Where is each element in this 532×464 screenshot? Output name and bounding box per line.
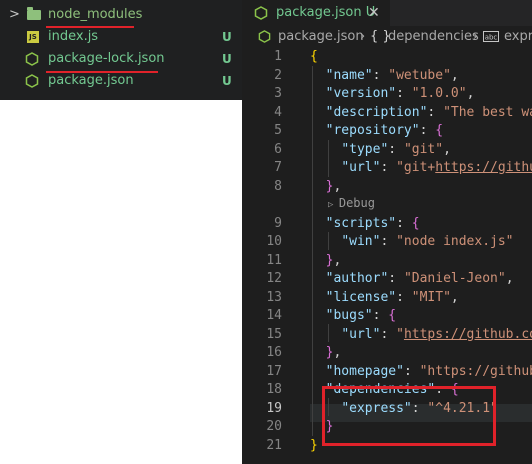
breadcrumb-dependencies[interactable]: dependencies bbox=[388, 26, 479, 48]
line-number: 4 bbox=[274, 104, 282, 120]
npm-file-icon bbox=[254, 6, 268, 20]
chevron-right-icon: › bbox=[360, 29, 366, 44]
breadcrumb: package.json › { } dependencies › abc ex… bbox=[242, 26, 532, 48]
line-number: 20 bbox=[266, 419, 282, 434]
line-number: 13 bbox=[266, 289, 282, 305]
explorer-item-package-lock[interactable]: package-lock.json U bbox=[0, 48, 242, 70]
line-number: 17 bbox=[266, 363, 282, 379]
explorer-panel: > node_modules JS index.js U package-loc… bbox=[0, 0, 242, 100]
line-number: 21 bbox=[266, 437, 282, 453]
close-icon[interactable]: ✕ bbox=[368, 0, 380, 26]
tab-label: package.json bbox=[276, 5, 362, 20]
line-number: 2 bbox=[274, 67, 282, 83]
code-line: "license": "MIT", bbox=[325, 289, 459, 305]
line-number: 7 bbox=[274, 160, 282, 175]
line-number: 19 bbox=[266, 400, 282, 416]
line-number: 16 bbox=[266, 345, 282, 360]
explorer-item-index-js[interactable]: JS index.js U bbox=[0, 26, 242, 48]
line-number: 6 bbox=[274, 141, 282, 157]
code-line: "url": "https://github.co bbox=[341, 326, 532, 342]
code-line: "bugs": { bbox=[325, 308, 397, 323]
untracked-badge: U bbox=[222, 30, 232, 44]
explorer-item-node-modules[interactable]: > node_modules bbox=[0, 4, 242, 26]
folder-icon bbox=[27, 7, 41, 20]
code-line: "author": "Daniel-Jeon", bbox=[325, 271, 514, 286]
untracked-badge: U bbox=[222, 74, 232, 88]
npm-file-icon bbox=[258, 30, 271, 43]
svg-text:abc: abc bbox=[485, 34, 498, 42]
code-line: "type": "git", bbox=[341, 141, 451, 157]
explorer-item-label: package.json bbox=[48, 73, 134, 88]
js-file-icon: JS bbox=[27, 31, 39, 43]
breadcrumb-express[interactable]: expre bbox=[504, 26, 532, 48]
line-number: 1 bbox=[274, 49, 282, 64]
line-number: 11 bbox=[266, 252, 282, 268]
explorer-item-label: index.js bbox=[48, 29, 99, 44]
red-underline-annotation bbox=[46, 71, 158, 73]
npm-file-icon bbox=[25, 52, 39, 66]
code-line: }, bbox=[325, 252, 342, 268]
string-symbol-icon: abc bbox=[483, 31, 499, 42]
line-number: 15 bbox=[266, 326, 282, 342]
npm-file-icon bbox=[25, 74, 39, 88]
code-line: "version": "1.0.0", bbox=[325, 86, 475, 101]
line-number: 5 bbox=[274, 123, 282, 138]
explorer-item-package-json[interactable]: package.json U bbox=[0, 70, 242, 92]
code-line: "url": "git+https://githu bbox=[341, 160, 532, 175]
code-line: }, bbox=[325, 345, 342, 360]
code-line: } bbox=[310, 437, 318, 453]
explorer-item-label: node_modules bbox=[48, 7, 143, 22]
code-line: "description": "The best wa bbox=[325, 104, 532, 120]
tab-package-json[interactable]: package.json U ✕ bbox=[242, 0, 390, 26]
tab-bar: package.json U ✕ bbox=[242, 0, 532, 26]
line-number: 18 bbox=[266, 382, 282, 397]
untracked-badge: U bbox=[222, 52, 232, 66]
explorer-item-label: package-lock.json bbox=[48, 51, 165, 66]
chevron-right-icon[interactable]: > bbox=[9, 4, 20, 26]
red-box-annotation bbox=[322, 386, 496, 446]
red-underline-annotation bbox=[46, 26, 134, 28]
line-number: 12 bbox=[266, 271, 282, 286]
line-number: 14 bbox=[266, 308, 282, 323]
code-line: "scripts": { bbox=[325, 215, 420, 231]
line-number: 3 bbox=[274, 86, 282, 101]
code-line: { bbox=[310, 49, 318, 64]
code-line: "homepage": "https://github bbox=[325, 363, 532, 379]
line-number: 9 bbox=[274, 215, 282, 231]
code-line: "name": "wetube", bbox=[325, 67, 459, 83]
breadcrumb-file[interactable]: package.json bbox=[278, 26, 364, 48]
code-line: "repository": { bbox=[325, 123, 444, 138]
code-line: "win": "node index.js" bbox=[341, 234, 514, 249]
line-number: 8 bbox=[274, 178, 282, 194]
line-number: 10 bbox=[266, 234, 282, 249]
chevron-right-icon: › bbox=[473, 29, 479, 44]
code-line: }, bbox=[325, 178, 342, 194]
codelens-debug[interactable]: ▷ Debug bbox=[328, 196, 375, 210]
